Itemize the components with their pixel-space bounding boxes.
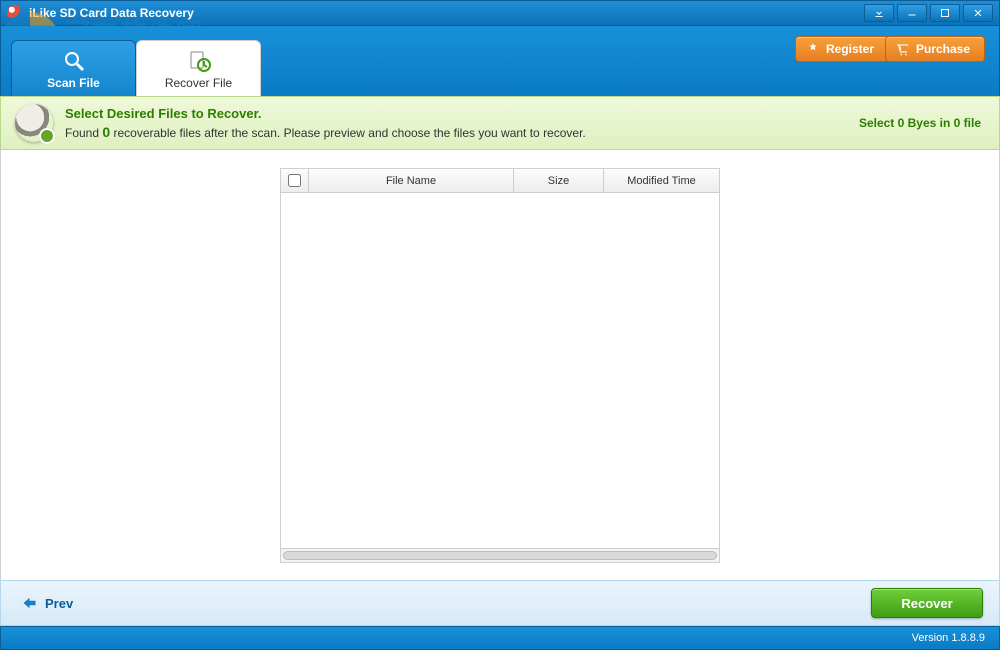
status-banner: Select Desired Files to Recover. Found 0… — [0, 96, 1000, 150]
file-list-panel: File Name Size Modified Time — [280, 168, 720, 563]
tab-recover-file[interactable]: Recover File — [136, 40, 261, 96]
app-icon — [7, 5, 23, 21]
file-list-body[interactable] — [281, 193, 719, 548]
purchase-label: Purchase — [916, 42, 970, 56]
register-label: Register — [826, 42, 874, 56]
column-checkbox — [281, 169, 309, 193]
column-modified-time[interactable]: Modified Time — [604, 169, 719, 193]
register-button[interactable]: Register — [795, 36, 889, 62]
tab-scan-file[interactable]: Scan File — [11, 40, 136, 96]
prev-label: Prev — [45, 596, 73, 611]
tabs: Scan File Recover File — [1, 40, 261, 96]
titlebar: iLike SD Card Data Recovery — [0, 0, 1000, 26]
main-area: File Name Size Modified Time — [0, 150, 1000, 580]
column-filename[interactable]: File Name — [309, 169, 514, 193]
disk-refresh-icon — [15, 104, 53, 142]
version-label: Version 1.8.8.9 — [912, 632, 985, 644]
banner-subtitle: Found 0 recoverable files after the scan… — [65, 124, 586, 140]
selection-summary: Select 0 Byes in 0 file — [859, 116, 981, 130]
banner-title: Select Desired Files to Recover. — [65, 106, 586, 121]
minimize-button[interactable] — [897, 4, 927, 22]
download-icon — [873, 7, 885, 19]
scrollbar-thumb[interactable] — [283, 551, 717, 560]
maximize-button[interactable] — [930, 4, 960, 22]
banner-found-suffix: recoverable files after the scan. Please… — [110, 126, 586, 140]
bottom-bar: Prev Recover — [0, 580, 1000, 626]
arrow-left-icon — [17, 594, 39, 612]
app-title: iLike SD Card Data Recovery — [29, 6, 194, 20]
prev-button[interactable]: Prev — [17, 594, 73, 612]
close-button[interactable] — [963, 4, 993, 22]
header: Register Purchase Scan File — [0, 26, 1000, 96]
banner-found-prefix: Found — [65, 126, 102, 140]
cart-icon — [896, 42, 910, 56]
footer: Version 1.8.8.9 — [0, 626, 1000, 650]
recover-icon — [184, 48, 214, 74]
file-list-header: File Name Size Modified Time — [281, 169, 719, 193]
minimize-icon — [906, 7, 918, 19]
close-icon — [972, 7, 984, 19]
tab-recover-label: Recover File — [165, 76, 232, 90]
recover-button[interactable]: Recover — [871, 588, 983, 618]
maximize-icon — [939, 7, 951, 19]
magnifier-icon — [59, 48, 89, 74]
column-size[interactable]: Size — [514, 169, 604, 193]
download-button[interactable] — [864, 4, 894, 22]
horizontal-scrollbar[interactable] — [281, 548, 719, 562]
purchase-button[interactable]: Purchase — [885, 36, 985, 62]
tab-scan-label: Scan File — [47, 76, 100, 90]
banner-found-count: 0 — [102, 124, 110, 140]
select-all-checkbox[interactable] — [288, 174, 301, 187]
register-icon — [806, 42, 820, 56]
